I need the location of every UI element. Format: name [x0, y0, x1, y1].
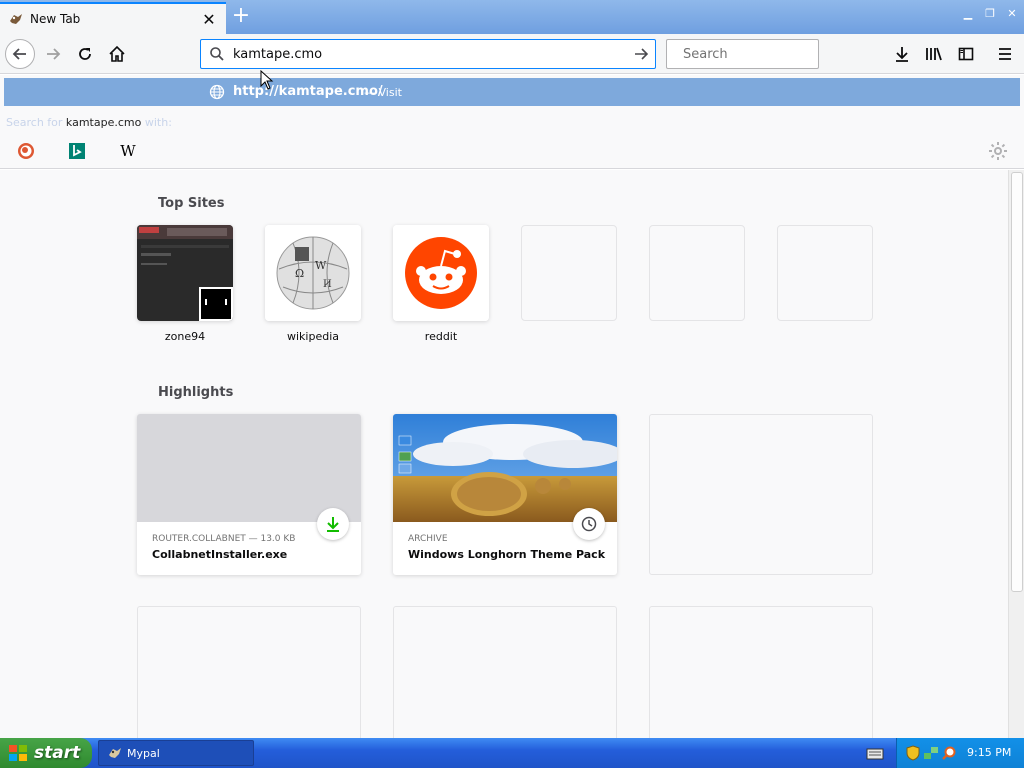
svg-text:Ω: Ω [295, 267, 304, 280]
highlight-context: ARCHIVE [408, 534, 448, 544]
top-site-wikipedia[interactable]: Ω W И [265, 225, 361, 321]
top-site-placeholder [521, 225, 617, 321]
library-icon [926, 47, 942, 61]
minimize-button[interactable]: ▁ [958, 6, 978, 22]
top-site-placeholder [649, 225, 745, 321]
downloads-button[interactable] [887, 39, 917, 69]
mouse-cursor-icon [260, 70, 274, 90]
top-site-zone94[interactable] [137, 225, 233, 321]
duckduckgo-icon [18, 143, 34, 159]
top-site-label: wikipedia [286, 330, 339, 343]
reload-icon [79, 48, 91, 60]
highlight-placeholder [137, 606, 361, 738]
url-bar[interactable] [200, 39, 656, 69]
top-site-label: zone94 [164, 330, 206, 343]
new-tab-button[interactable]: + [228, 4, 254, 30]
suggestion-visit-row[interactable]: http://kamtape.cmo/ — Visit [4, 78, 1020, 106]
taskbar-item-mypal[interactable]: Mypal [98, 740, 254, 766]
home-button[interactable] [102, 39, 132, 69]
top-sites-heading: Top Sites [158, 196, 225, 211]
sidebar-button[interactable] [951, 39, 981, 69]
scrollbar-thumb[interactable] [1011, 172, 1023, 592]
tab-close-icon[interactable]: ✕ [198, 8, 220, 30]
highlight-title: CollabnetInstaller.exe [152, 548, 288, 561]
url-input[interactable] [233, 46, 627, 62]
home-icon [109, 45, 125, 62]
highlight-title: Windows Longhorn Theme Pack ... [408, 548, 608, 561]
search-input[interactable] [683, 46, 853, 62]
highlight-placeholder [393, 606, 617, 738]
highlight-card-archive[interactable]: ARCHIVE Windows Longhorn Theme Pack ... [393, 414, 617, 575]
duckduckgo-engine-button[interactable] [16, 141, 36, 161]
go-arrow-icon[interactable] [633, 46, 649, 62]
menu-button[interactable] [990, 39, 1020, 69]
tab-strip: New Tab ✕ + ▁ ❐ ✕ [0, 0, 1024, 34]
svg-text:W: W [315, 259, 327, 272]
taskbar-item-label: Mypal [127, 746, 160, 760]
close-window-button[interactable]: ✕ [1002, 6, 1022, 22]
start-button[interactable]: start [0, 738, 92, 768]
download-icon [896, 47, 908, 62]
search-bar[interactable] [666, 39, 853, 69]
restore-button[interactable]: ❐ [980, 6, 1000, 22]
keyboard-icon[interactable] [866, 746, 884, 760]
start-label: start [34, 743, 81, 763]
gear-icon[interactable] [988, 141, 1008, 161]
svg-text:И: И [323, 279, 332, 290]
top-site-reddit[interactable] [393, 225, 489, 321]
search-icon [210, 47, 224, 61]
bing-icon [69, 143, 85, 159]
highlight-card-download[interactable]: ROUTER.COLLABNET — 13.0 KB CollabnetInst… [137, 414, 361, 575]
magnifier-tray-icon[interactable] [941, 745, 957, 765]
mypal-favicon-icon [8, 11, 24, 27]
highlight-placeholder [649, 606, 873, 738]
globe-icon [209, 84, 225, 100]
system-tray: 9:15 PM [896, 738, 1024, 768]
tab-new-tab[interactable]: New Tab ✕ [0, 2, 226, 34]
highlights-heading: Highlights [158, 385, 234, 400]
bing-engine-button[interactable] [67, 141, 87, 161]
hay-bale-thumbnail [393, 414, 617, 522]
new-tab-content: Top Sites zone94 Ω W И wikipedia reddit … [0, 170, 1008, 738]
tab-title: New Tab [30, 12, 81, 26]
back-arrow-icon [12, 48, 26, 60]
highlight-placeholder [649, 414, 873, 575]
highlight-thumbnail [137, 414, 361, 522]
windows-taskbar: start Mypal 9:15 PM [0, 738, 1024, 768]
navigation-toolbar [0, 34, 1024, 74]
reddit-icon [393, 225, 489, 321]
network-icon[interactable] [923, 745, 939, 765]
search-for-label: Search for kamtape.cmo with: [6, 116, 172, 129]
suggestion-url: http://kamtape.cmo/ [233, 84, 383, 99]
taskbar-clock: 9:15 PM [967, 746, 1012, 759]
vertical-scrollbar[interactable] [1008, 170, 1024, 738]
windows-logo-icon [9, 745, 27, 761]
security-shield-icon[interactable] [905, 745, 921, 765]
hamburger-menu-icon [999, 48, 1011, 60]
wikipedia-engine-button[interactable]: W [118, 141, 138, 161]
highlight-context: ROUTER.COLLABNET — 13.0 KB [152, 534, 296, 544]
top-site-placeholder [777, 225, 873, 321]
download-icon [317, 508, 349, 540]
wikipedia-icon: W [120, 142, 136, 160]
library-button[interactable] [919, 39, 949, 69]
zone94-thumbnail [137, 225, 233, 321]
top-site-label: reddit [424, 330, 458, 343]
clock-icon [573, 508, 605, 540]
back-button[interactable] [5, 39, 35, 69]
forward-arrow-icon [47, 48, 61, 60]
mypal-app-icon [107, 745, 123, 761]
sidebar-icon [958, 47, 974, 61]
reload-button[interactable] [70, 39, 100, 69]
url-suggestion-popup: http://kamtape.cmo/ — Visit Search for k… [0, 75, 1024, 169]
suggestion-action: — Visit [364, 86, 402, 99]
wikipedia-globe-icon: Ω W И [265, 225, 361, 321]
forward-button[interactable] [38, 39, 68, 69]
